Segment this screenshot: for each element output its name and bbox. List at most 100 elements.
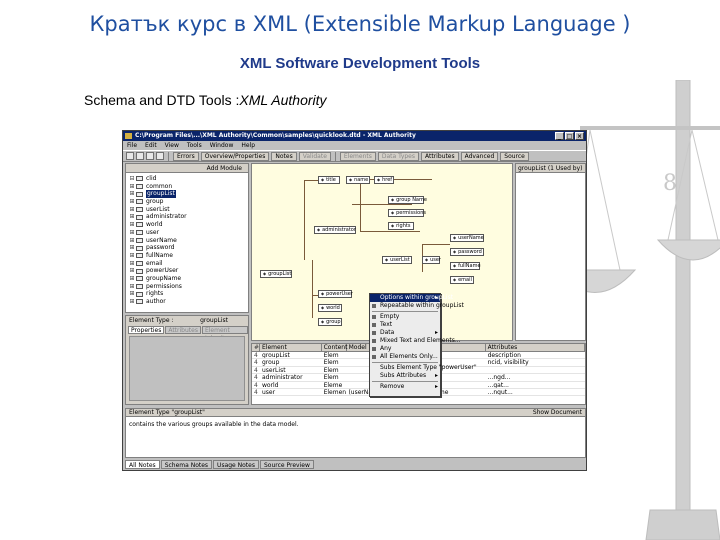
menu-view[interactable]: View bbox=[165, 141, 179, 150]
tree-item[interactable]: ⊞ email bbox=[128, 260, 248, 268]
expand-toggle-icon[interactable]: ⊞ bbox=[128, 267, 136, 275]
tab-usage-notes[interactable]: Usage Notes bbox=[213, 460, 259, 469]
context-menu-item[interactable]: Text bbox=[370, 321, 440, 329]
tree-item[interactable]: ⊞ userName bbox=[128, 237, 248, 245]
diagram-node[interactable]: name bbox=[346, 176, 370, 184]
expand-toggle-icon[interactable]: ⊞ bbox=[128, 221, 136, 229]
overview-button[interactable]: Overview/Properties bbox=[200, 151, 270, 161]
source-button[interactable]: Source bbox=[500, 151, 529, 161]
diagram-node[interactable]: permissions bbox=[388, 209, 426, 217]
diagram-node[interactable]: administrator bbox=[314, 226, 356, 234]
elements-button[interactable]: Elements bbox=[339, 151, 376, 161]
diagram-node[interactable]: title bbox=[318, 176, 340, 184]
validate-button[interactable]: Validate bbox=[298, 151, 331, 161]
tree-item[interactable]: ⊞ powerUser bbox=[128, 267, 248, 275]
expand-toggle-icon[interactable]: ⊞ bbox=[128, 213, 136, 221]
diagram-node[interactable]: powerUser bbox=[318, 290, 353, 298]
tree-item[interactable]: ⊞ groupName bbox=[128, 275, 248, 283]
expand-toggle-icon[interactable]: ⊞ bbox=[128, 252, 136, 260]
diagram-node[interactable]: password bbox=[450, 248, 484, 256]
column-header[interactable]: # bbox=[252, 344, 260, 351]
element-cell: userList bbox=[261, 366, 286, 374]
copy-icon[interactable] bbox=[146, 152, 154, 160]
diagram-node[interactable]: rights bbox=[388, 222, 414, 230]
column-header[interactable]: Attributes bbox=[486, 344, 585, 351]
tree-item[interactable]: ⊞ fullName bbox=[128, 252, 248, 260]
data-types-button[interactable]: Data Types bbox=[377, 151, 419, 161]
expand-toggle-icon[interactable]: ⊞ bbox=[128, 275, 136, 283]
doc-text[interactable]: contains the various groups available in… bbox=[126, 417, 585, 432]
tree-item[interactable]: ⊞ common bbox=[128, 183, 248, 191]
menu-tools[interactable]: Tools bbox=[187, 141, 202, 150]
context-menu-item[interactable]: Repeatable within groupList bbox=[370, 302, 464, 310]
diagram-node[interactable]: href bbox=[374, 176, 394, 184]
tab-attributes[interactable]: Attributes bbox=[165, 326, 201, 334]
tree-item[interactable]: ⊞ user bbox=[128, 229, 248, 237]
column-header[interactable]: Element bbox=[260, 344, 322, 351]
menu-help[interactable]: Help bbox=[241, 141, 255, 150]
tree-item[interactable]: ⊞ group bbox=[128, 198, 248, 206]
tree-item[interactable]: ⊞ author bbox=[128, 298, 248, 306]
diagram-node[interactable]: userName bbox=[450, 234, 484, 242]
menu-window[interactable]: Window bbox=[210, 141, 234, 150]
expand-toggle-icon[interactable]: ⊞ bbox=[128, 283, 136, 291]
expand-toggle-icon[interactable]: ⊞ bbox=[128, 206, 136, 214]
tree-item[interactable]: ⊞ world bbox=[128, 221, 248, 229]
window-titlebar[interactable]: C:\Program Files\...\XML Authority\Commo… bbox=[123, 131, 586, 141]
diagram-node[interactable]: fullName bbox=[450, 262, 481, 270]
attributes-button[interactable]: Attributes bbox=[421, 151, 459, 161]
column-header[interactable]: Content bbox=[322, 344, 347, 351]
advanced-button[interactable]: Advanced bbox=[460, 151, 499, 161]
add-module-header[interactable]: Add Module bbox=[126, 164, 248, 173]
menu-file[interactable]: File bbox=[127, 141, 137, 150]
print-icon[interactable] bbox=[156, 152, 164, 160]
diagram-node[interactable]: group bbox=[318, 318, 342, 326]
minimize-button[interactable]: _ bbox=[555, 132, 564, 140]
diagram-node[interactable]: user bbox=[422, 256, 441, 264]
close-button[interactable]: × bbox=[575, 132, 584, 140]
expand-toggle-icon[interactable]: ⊞ bbox=[128, 229, 136, 237]
diagram-node[interactable]: world bbox=[318, 304, 342, 312]
tree-item[interactable]: ⊞ groupList bbox=[128, 190, 248, 199]
open-icon[interactable] bbox=[126, 152, 134, 160]
tab-all-notes[interactable]: All Notes bbox=[125, 460, 160, 469]
context-menu-item[interactable]: Mixed Text and Elements... bbox=[370, 337, 461, 345]
tree-item[interactable]: ⊞ password bbox=[128, 244, 248, 252]
expand-toggle-icon[interactable]: ⊞ bbox=[128, 198, 136, 206]
tab-properties[interactable]: Properties bbox=[128, 326, 165, 334]
expand-toggle-icon[interactable]: ⊞ bbox=[128, 260, 136, 268]
context-menu-item[interactable]: All Elements Only... bbox=[370, 353, 440, 361]
show-document-button[interactable]: Show Document bbox=[533, 409, 582, 416]
tree-item[interactable]: ⊞ rights bbox=[128, 290, 248, 298]
tab-element-inherit[interactable]: Element Inherit bbox=[201, 326, 248, 342]
maximize-button[interactable]: □ bbox=[565, 132, 574, 140]
diagram-node[interactable]: groupList bbox=[260, 270, 292, 278]
menu-edit[interactable]: Edit bbox=[145, 141, 157, 150]
context-menu-item[interactable]: Remove ▸ bbox=[370, 383, 440, 391]
diagram-node[interactable]: email bbox=[450, 276, 474, 284]
notes-button[interactable]: Notes bbox=[271, 151, 297, 161]
context-menu-item[interactable]: Options within groupList ▸ bbox=[370, 294, 453, 302]
expand-toggle-icon[interactable]: ⊞ bbox=[128, 183, 136, 191]
context-menu-item[interactable]: Empty bbox=[370, 313, 440, 321]
errors-button[interactable]: Errors bbox=[173, 151, 199, 161]
context-menu-item[interactable]: Subs Element Type "powerUser" bbox=[370, 364, 477, 372]
expand-toggle-icon[interactable]: ⊞ bbox=[128, 290, 136, 298]
tree-item[interactable]: ⊞ userList bbox=[128, 206, 248, 214]
tab-schema-notes[interactable]: Schema Notes bbox=[160, 460, 213, 469]
expand-toggle-icon[interactable]: ⊞ bbox=[128, 190, 136, 198]
diagram-node[interactable]: userList bbox=[382, 256, 412, 264]
expand-toggle-icon[interactable]: ⊞ bbox=[128, 237, 136, 245]
context-menu-item[interactable]: Subs Attributes ▸ bbox=[370, 372, 440, 380]
tree-item[interactable]: ⊞ administrator bbox=[128, 213, 248, 221]
save-icon[interactable] bbox=[136, 152, 144, 160]
diagram-node[interactable]: group Name bbox=[388, 196, 427, 204]
expand-toggle-icon[interactable]: ⊞ bbox=[128, 298, 136, 306]
tree-item[interactable]: ⊞ permissions bbox=[128, 283, 248, 291]
expand-toggle-icon[interactable]: ⊞ bbox=[128, 244, 136, 252]
expand-toggle-icon[interactable]: ⊟ bbox=[128, 175, 136, 183]
context-menu-item[interactable]: Any bbox=[370, 345, 440, 353]
tree-item[interactable]: ⊟ clid bbox=[128, 175, 248, 183]
tab-source-preview[interactable]: Source Preview bbox=[259, 460, 314, 469]
context-menu-item[interactable]: Data ▸ bbox=[370, 329, 440, 337]
